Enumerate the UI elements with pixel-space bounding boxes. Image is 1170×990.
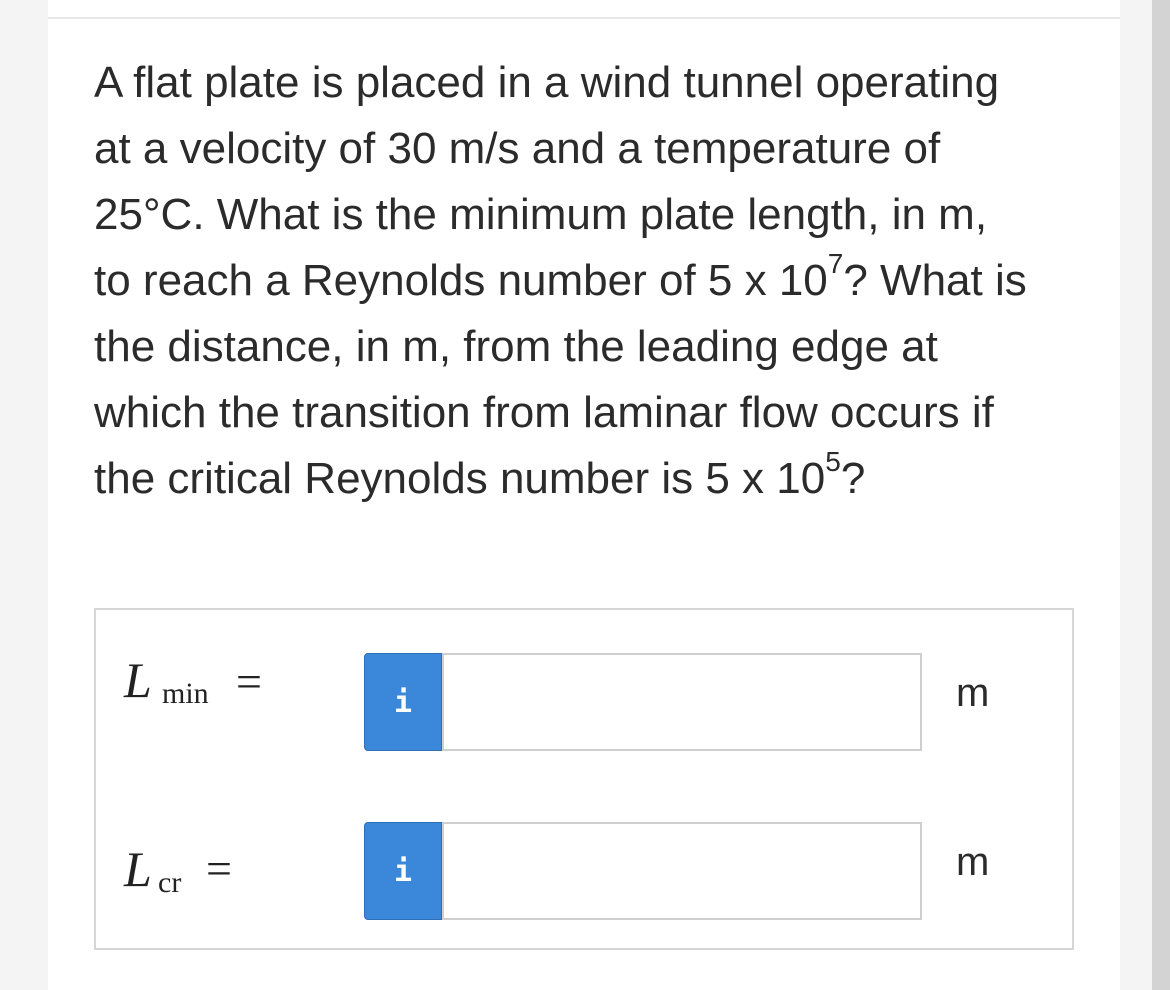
question-line-7-text: the critical Reynolds number is 5 x 10 — [94, 454, 826, 503]
question-line-1: A flat plate is placed in a wind tunnel … — [94, 58, 1000, 107]
lcr-unit: m — [956, 840, 990, 884]
scrollbar-track[interactable] — [1152, 0, 1170, 990]
lmin-subscript: min — [162, 677, 209, 710]
lmin-unit: m — [956, 671, 990, 715]
lcr-variable: L — [124, 841, 152, 897]
question-line-4-text: to reach a Reynolds number of 5 x 10 — [94, 256, 828, 305]
question-page: A flat plate is placed in a wind tunnel … — [48, 0, 1120, 990]
lmin-answer-input[interactable] — [442, 653, 922, 751]
question-line-2: at a velocity of 30 m/s and a temperatur… — [94, 124, 941, 173]
lcr-answer-input[interactable] — [442, 822, 922, 920]
lmin-info-button[interactable]: i — [364, 653, 442, 751]
lcr-info-button[interactable]: i — [364, 822, 442, 920]
lcr-equals-sign: = — [206, 843, 232, 894]
question-line-4: to reach a Reynolds number of 5 x 107? W… — [94, 248, 1094, 314]
info-icon: i — [393, 853, 413, 889]
question-line-4-tail: ? What is — [843, 256, 1027, 305]
question-line-6: which the transition from laminar flow o… — [94, 388, 994, 437]
exponent-5: 5 — [825, 446, 841, 478]
question-line-7-tail: ? — [840, 454, 866, 503]
answer-row-lmin: L min = i m — [96, 652, 1072, 751]
lcr-subscript: cr — [158, 866, 182, 899]
answer-row-lcr: L cr = i m — [96, 822, 1072, 920]
lmin-equals-sign: = — [236, 656, 262, 707]
lmin-variable: L — [124, 652, 152, 708]
question-line-7: the critical Reynolds number is 5 x 105? — [94, 446, 1094, 512]
question-text: A flat plate is placed in a wind tunnel … — [94, 50, 1094, 512]
answer-panel: L min = i m L cr = i m — [94, 608, 1074, 950]
exponent-7: 7 — [827, 248, 844, 280]
info-icon: i — [393, 684, 413, 720]
question-line-3: 25°C. What is the minimum plate length, … — [94, 190, 988, 239]
top-divider — [48, 17, 1120, 19]
question-line-5: the distance, in m, from the leading edg… — [94, 322, 938, 371]
